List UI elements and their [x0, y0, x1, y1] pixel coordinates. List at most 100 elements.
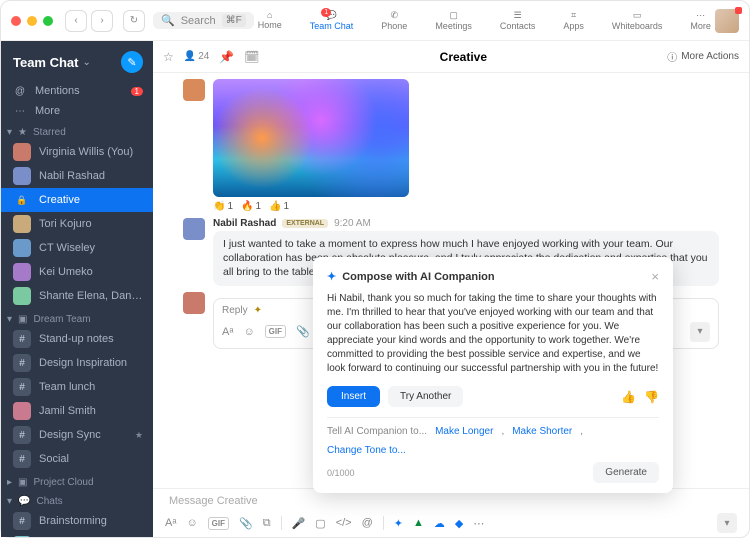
drive-button[interactable]: ▲ [413, 517, 424, 529]
avatar-icon [13, 536, 31, 537]
tab-meetings[interactable]: ▢Meetings [431, 8, 476, 33]
section-dream-team[interactable]: ▾ ▣ Dream Team [1, 308, 153, 327]
new-message-button[interactable]: ✎ [121, 51, 143, 73]
avatar-icon [13, 287, 31, 305]
sidebar-item-social[interactable]: #Social [1, 447, 153, 471]
image-attachment[interactable] [213, 79, 409, 197]
mention-button[interactable]: @ [362, 517, 373, 529]
sidebar-item-sheree[interactable]: Sheree Aubrey [1, 533, 153, 537]
sidebar-title[interactable]: Team Chat ⌄ [13, 55, 91, 70]
close-button[interactable]: × [651, 269, 659, 284]
tab-badge: 1 [321, 8, 331, 17]
sidebar-item-creative[interactable]: 🔒Creative [1, 188, 153, 212]
section-starred[interactable]: ▾ ★ Starred [1, 121, 153, 140]
reply-placeholder: Reply [222, 305, 248, 316]
filter-button[interactable]: ▾ [717, 513, 737, 533]
pin-button[interactable]: 📌 [219, 50, 234, 64]
nav-back-button[interactable]: ‹ [65, 10, 87, 32]
emoji-button[interactable]: ☺ [186, 517, 197, 529]
section-chats[interactable]: ▾ 💬 Chats [1, 490, 153, 509]
contacts-icon: ☰ [514, 10, 522, 21]
channel-icon: # [13, 450, 31, 468]
sidebar-item-nabil[interactable]: Nabil Rashad [1, 164, 153, 188]
tab-more[interactable]: ⋯More [686, 8, 715, 33]
tab-team-chat[interactable]: 💬1Team Chat [306, 8, 358, 33]
sidebar-item-jamil[interactable]: Jamil Smith [1, 399, 153, 423]
calendar-button[interactable]: 🗓 [244, 50, 259, 64]
char-counter: 0/1000 [327, 468, 355, 478]
app-button[interactable]: ◆ [455, 517, 463, 530]
folder-icon: ▣ [18, 477, 27, 488]
mentions-badge: 1 [131, 87, 143, 96]
search-shortcut: ⌘F [222, 14, 246, 27]
sidebar-item-brainstorming[interactable]: #Brainstorming [1, 509, 153, 533]
tab-contacts[interactable]: ☰Contacts [496, 8, 540, 33]
star-channel-button[interactable]: ☆ [163, 50, 174, 64]
sidebar-item-virginia[interactable]: Virginia Willis (You) [1, 140, 153, 164]
members-button[interactable]: 👤24 [184, 51, 210, 62]
mic-button[interactable]: 🎤 [292, 517, 306, 530]
folder-icon: ▣ [18, 314, 27, 325]
more-apps-button[interactable]: ⋯ [473, 517, 484, 530]
person-icon: 👤 [184, 51, 196, 62]
tab-home[interactable]: ⌂Home [254, 8, 286, 33]
generate-button[interactable]: Generate [593, 462, 659, 483]
search-input[interactable]: 🔍 Search ⌘F [153, 12, 254, 29]
sidebar-item-kei[interactable]: Kei Umeko [1, 260, 153, 284]
composer-input[interactable]: Message Creative [165, 493, 737, 513]
sidebar-item-team-lunch[interactable]: #Team lunch [1, 375, 153, 399]
sidebar-mentions[interactable]: @ Mentions 1 [1, 81, 153, 101]
user-avatar[interactable] [715, 9, 739, 33]
tab-apps[interactable]: ⌗Apps [559, 8, 588, 33]
external-badge: EXTERNAL [282, 219, 328, 228]
thumbs-up-button[interactable]: 👍 [621, 390, 636, 404]
nav-forward-button[interactable]: › [91, 10, 113, 32]
gif-button[interactable]: GIF [208, 517, 229, 530]
sidebar-item-standup[interactable]: #Stand-up notes [1, 327, 153, 351]
thumbs-down-button[interactable]: 👎 [644, 390, 659, 404]
history-button[interactable]: ↻ [123, 10, 145, 32]
avatar-icon [183, 218, 205, 240]
change-tone-link[interactable]: Change Tone to... [327, 445, 406, 456]
ai-compose-button[interactable]: ✦ [394, 517, 403, 530]
filter-button[interactable]: ▾ [690, 322, 710, 342]
more-icon: ⋯ [696, 10, 705, 21]
attachment-button[interactable]: 📎 [296, 325, 310, 338]
reaction-clap[interactable]: 👏1 [213, 201, 233, 212]
section-project-cloud[interactable]: ▸ ▣ Project Cloud [1, 471, 153, 490]
emoji-button[interactable]: ☺ [243, 326, 254, 338]
close-window-icon[interactable] [11, 16, 21, 26]
attachment-button[interactable]: 📎 [239, 517, 253, 530]
minimize-window-icon[interactable] [27, 16, 37, 26]
message-author[interactable]: Nabil Rashad [213, 218, 276, 229]
tab-phone[interactable]: ✆Phone [377, 8, 411, 33]
reaction-fire[interactable]: 🔥1 [241, 201, 261, 212]
sidebar-item-design-insp[interactable]: #Design Inspiration [1, 351, 153, 375]
make-longer-link[interactable]: Make Longer [435, 426, 493, 437]
sidebar-item-design-sync[interactable]: #Design Sync★ [1, 423, 153, 447]
format-button[interactable]: Aᵃ [165, 517, 176, 529]
sidebar-item-shante[interactable]: Shante Elena, Daniel Bow... [1, 284, 153, 308]
cloud-button[interactable]: ☁ [434, 517, 445, 530]
maximize-window-icon[interactable] [43, 16, 53, 26]
format-button[interactable]: Aᵃ [222, 326, 233, 338]
try-another-button[interactable]: Try Another [388, 386, 463, 407]
lock-icon: 🔒 [13, 191, 31, 209]
tab-whiteboards[interactable]: ▭Whiteboards [608, 8, 667, 33]
sidebar-more[interactable]: ⋯ More [1, 101, 153, 121]
avatar-icon [13, 143, 31, 161]
insert-button[interactable]: Insert [327, 386, 380, 407]
avatar-icon [13, 167, 31, 185]
reaction-thumbsup[interactable]: 👍1 [269, 201, 289, 212]
make-shorter-link[interactable]: Make Shorter [512, 426, 572, 437]
video-clip-button[interactable]: ▢ [315, 517, 325, 530]
sidebar-item-tori[interactable]: Tori Kojuro [1, 212, 153, 236]
search-placeholder: Search [181, 15, 216, 27]
more-actions-button[interactable]: ⓘMore Actions [667, 49, 739, 64]
ai-prompt-placeholder[interactable]: Tell AI Companion to... [327, 426, 427, 437]
code-button[interactable]: </> [336, 517, 352, 529]
sidebar-item-ct[interactable]: CT Wiseley [1, 236, 153, 260]
sidebar: Team Chat ⌄ ✎ @ Mentions 1 ⋯ More ▾ ★ St… [1, 41, 153, 537]
gif-button[interactable]: GIF [265, 325, 286, 338]
screenshot-button[interactable]: ⧉ [263, 517, 271, 530]
